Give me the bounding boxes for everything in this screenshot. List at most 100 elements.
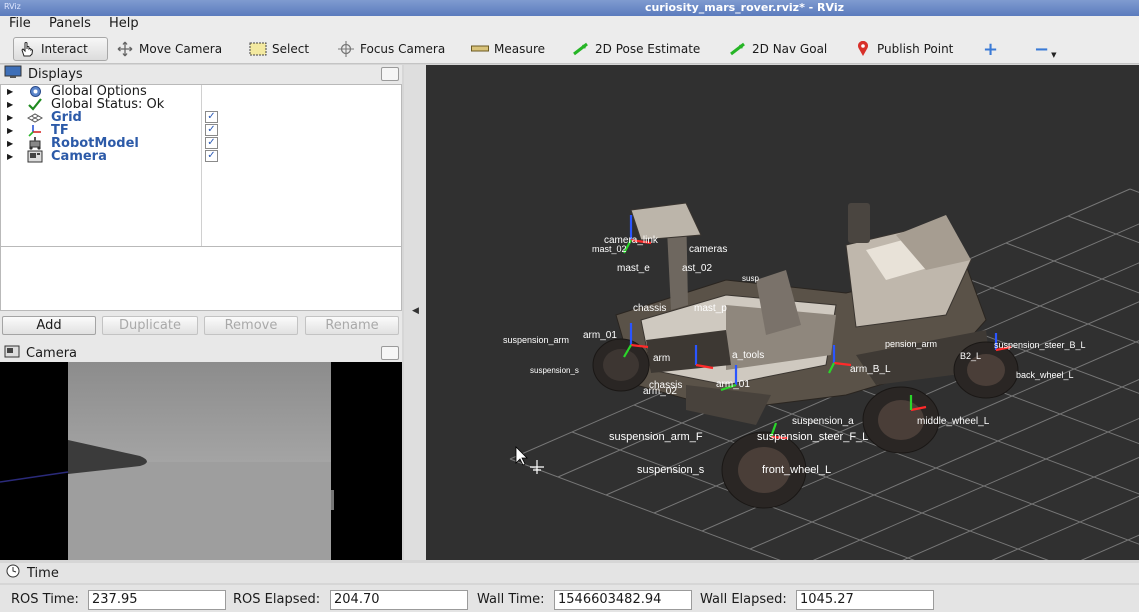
frame-label: suspension_arm: [503, 335, 569, 345]
frame-label: arm: [653, 353, 670, 364]
publish-point-tool-button[interactable]: Publish Point: [850, 37, 957, 61]
displays-title: Displays: [28, 66, 83, 82]
publish-point-label: Publish Point: [877, 42, 954, 56]
add-display-button[interactable]: Add: [2, 316, 96, 335]
window-title: curiosity_mars_rover.rviz* - RViz: [644, 1, 845, 14]
expand-arrow-icon[interactable]: ▶: [7, 111, 13, 124]
frame-label: suspension_steer_F_L: [757, 431, 868, 443]
frame-label: a_tools: [732, 350, 764, 361]
robot-icon: [27, 137, 43, 150]
move-arrows-icon: [116, 41, 134, 57]
remove-tool-button[interactable]: − ▼: [1030, 37, 1060, 61]
wall-time-field[interactable]: 1546603482.94: [554, 590, 692, 610]
scene-canvas[interactable]: camera_link mast_02 cameras mast_e ast_0…: [426, 65, 1139, 560]
frame-label: mast_e: [617, 263, 650, 274]
interact-label: Interact: [41, 42, 88, 56]
focus-crosshair-icon: [337, 41, 355, 57]
axes-icon: [27, 124, 43, 137]
frame-label: front_wheel_L: [762, 464, 831, 476]
check-icon: [27, 98, 43, 111]
dock-float-button[interactable]: [381, 346, 399, 360]
frame-label: arm_01: [716, 379, 750, 390]
menu-help[interactable]: Help: [109, 16, 139, 31]
camera-panel: Camera: [0, 344, 402, 560]
frame-label: suspension_arm_F: [609, 431, 703, 443]
toolbar: Interact Move Camera Select Focus Camera…: [0, 33, 1139, 64]
frame-label: cameras: [689, 244, 727, 255]
nav-goal-tool-button[interactable]: 2D Nav Goal: [725, 37, 831, 61]
pose-estimate-label: 2D Pose Estimate: [595, 42, 701, 56]
frame-label: suspension_a: [792, 416, 854, 427]
green-arrow-icon: [572, 41, 590, 57]
select-label: Select: [272, 42, 310, 56]
gear-icon: [27, 85, 43, 98]
select-box-icon: [249, 41, 267, 57]
expand-arrow-icon[interactable]: ▶: [7, 150, 13, 163]
displays-panel: Displays ▶ Global Options ▶ Global Statu…: [0, 65, 402, 345]
wall-elapsed-field[interactable]: 1045.27: [796, 590, 934, 610]
map-pin-icon: [854, 41, 872, 57]
add-tool-button[interactable]: +: [979, 37, 1002, 61]
move-camera-tool-button[interactable]: Move Camera: [112, 37, 226, 61]
render-3d-view[interactable]: camera_link mast_02 cameras mast_e ast_0…: [426, 65, 1139, 560]
frame-label: suspension_s: [530, 366, 579, 375]
remove-tool-label: −: [1034, 38, 1050, 60]
menu-file[interactable]: File: [9, 16, 31, 31]
time-panel-title: Time: [27, 565, 59, 581]
frame-label: arm_01: [583, 330, 617, 341]
nav-goal-label: 2D Nav Goal: [752, 42, 828, 56]
rename-display-button[interactable]: Rename: [305, 316, 399, 335]
expand-arrow-icon[interactable]: ▶: [7, 137, 13, 150]
wall-time-label: Wall Time:: [477, 592, 545, 607]
frame-label: susp: [742, 274, 759, 283]
collapse-left-icon[interactable]: ◀: [412, 306, 419, 316]
expand-arrow-icon[interactable]: ▶: [7, 98, 13, 111]
robotmodel-visibility-checkbox[interactable]: ✓: [205, 137, 218, 149]
focus-camera-tool-button[interactable]: Focus Camera: [333, 37, 449, 61]
frame-label: pension_arm: [885, 339, 937, 349]
frame-label: mast_p: [694, 303, 727, 314]
expand-arrow-icon[interactable]: ▶: [7, 85, 13, 98]
tree-row-camera[interactable]: ▶ Camera ✓: [1, 150, 401, 163]
remove-display-button[interactable]: Remove: [204, 316, 298, 335]
dock-float-button[interactable]: [381, 67, 399, 81]
frame-label: back_wheel_L: [1016, 370, 1074, 380]
select-tool-button[interactable]: Select: [245, 37, 313, 61]
camera-image-view[interactable]: [0, 362, 402, 560]
focus-camera-label: Focus Camera: [360, 42, 446, 56]
move-camera-label: Move Camera: [139, 42, 223, 56]
camera-icon: [27, 150, 43, 163]
time-panel: ROS Time: 237.95 ROS Elapsed: 204.70 Wal…: [0, 585, 1139, 612]
frame-label: B2_L: [960, 351, 981, 361]
frame-label: ast_02: [682, 263, 712, 274]
frame-label: arm_B_L: [850, 364, 891, 375]
frame-label: middle_wheel_L: [917, 416, 990, 427]
pose-estimate-tool-button[interactable]: 2D Pose Estimate: [568, 37, 704, 61]
camera-panel-title: Camera: [26, 345, 78, 361]
green-arrow-icon: [729, 41, 747, 57]
panel-splitter[interactable]: ◀: [404, 65, 426, 560]
window-title-bar: RViz curiosity_mars_rover.rviz* - RViz: [0, 0, 1139, 16]
time-panel-header: Time: [0, 563, 1139, 583]
display-description-box: [0, 246, 402, 311]
duplicate-display-button[interactable]: Duplicate: [102, 316, 198, 335]
grid-visibility-checkbox[interactable]: ✓: [205, 111, 218, 123]
ros-time-field[interactable]: 237.95: [88, 590, 226, 610]
interact-tool-button[interactable]: Interact: [13, 37, 108, 61]
camera-icon: [4, 345, 20, 362]
tf-visibility-checkbox[interactable]: ✓: [205, 124, 218, 136]
ruler-icon: [471, 41, 489, 57]
frame-label: suspension_steer_B_L: [994, 340, 1086, 350]
ros-time-label: ROS Time:: [11, 592, 79, 607]
expand-arrow-icon[interactable]: ▶: [7, 124, 13, 137]
ros-elapsed-label: ROS Elapsed:: [233, 592, 321, 607]
frame-label: chassis: [633, 303, 666, 314]
measure-tool-button[interactable]: Measure: [467, 37, 549, 61]
camera-visibility-checkbox[interactable]: ✓: [205, 150, 218, 162]
displays-header: Displays: [0, 65, 402, 83]
grid-icon: [27, 111, 43, 124]
ros-elapsed-field[interactable]: 204.70: [330, 590, 468, 610]
frame-label: mast_02: [592, 244, 627, 254]
camera-panel-header: Camera: [0, 344, 402, 362]
menu-panels[interactable]: Panels: [49, 16, 91, 31]
